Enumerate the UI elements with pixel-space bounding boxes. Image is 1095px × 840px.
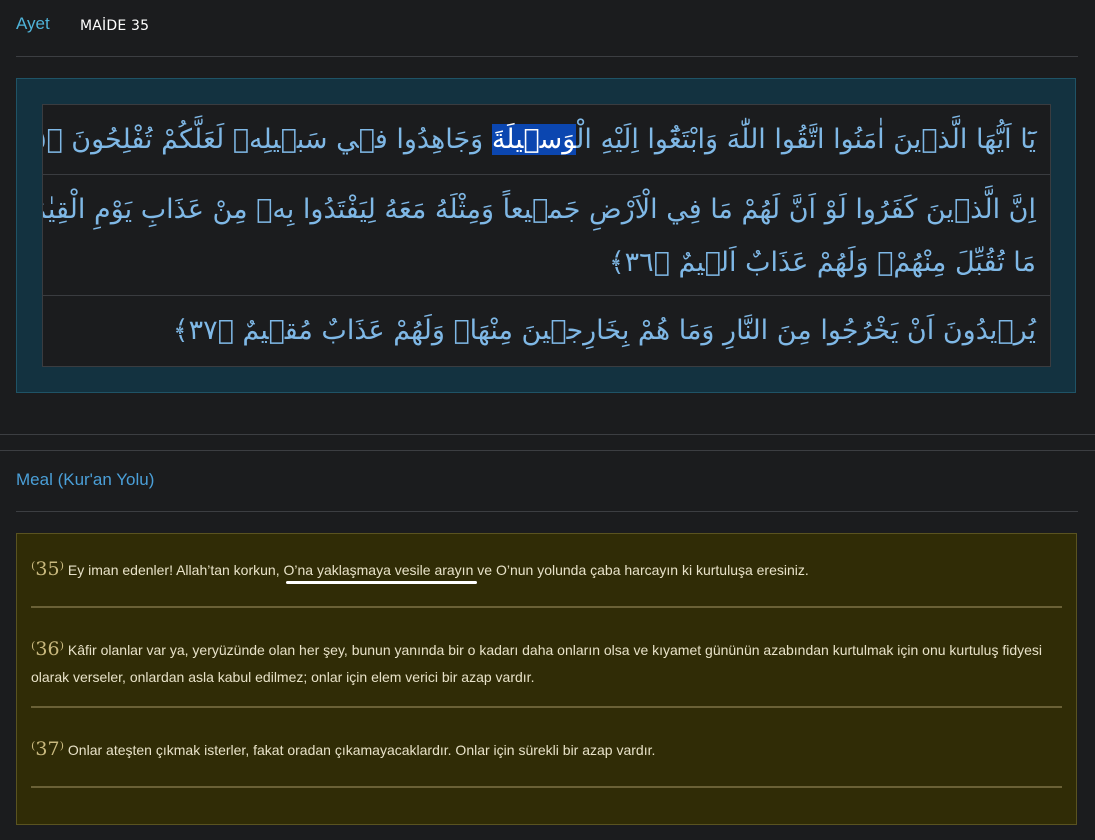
verse-text: Kâfir olanlar var ya, yeryüzünde olan he… xyxy=(31,642,1043,685)
meal-verse-35[interactable]: ⁽35⁾ Ey iman edenler! Allah’tan korkun, … xyxy=(31,556,1063,584)
verse-text: Onlar ateşten çıkmak isterler, fakat ora… xyxy=(67,742,656,758)
section-title-meal: Meal (Kur'an Yolu) xyxy=(16,470,155,489)
arabic-text-segment: مَا تُقُبِّلَ مِنْهُمْۚ وَلَهُمْ عَذَابٌ… xyxy=(678,247,1036,278)
surah-verse-reference[interactable]: MAİDE 35 xyxy=(80,18,149,34)
arabic-verse-37[interactable]: يُر۪يدُونَ اَنْ يَخْرُجُوا مِنَ النَّارِ… xyxy=(43,296,1050,368)
verse-separator xyxy=(31,606,1062,608)
arabic-text-segment: وَجَاهِدُوا ف۪ي سَب۪يلِه۪ لَعَلَّكُمْ تُ… xyxy=(71,124,492,155)
arabic-verse-36[interactable]: اِنَّ الَّذ۪ينَ كَفَرُوا لَوْ اَنَّ لَهُ… xyxy=(43,175,1050,296)
meal-verse-37[interactable]: ⁽37⁾ Onlar ateşten çıkmak isterler, faka… xyxy=(31,736,1063,764)
arabic-line: اِنَّ الَّذ۪ينَ كَفَرُوا لَوْ اَنَّ لَهُ… xyxy=(43,194,1036,225)
verse-number-ornament: ﴿٣٥﴾ xyxy=(43,124,63,155)
header-divider xyxy=(16,56,1078,57)
verse-number: ⁽35⁾ xyxy=(31,558,65,580)
arabic-verse-35[interactable]: يَٓا اَيُّهَا الَّذ۪ينَ اٰمَنُوا اتَّقُو… xyxy=(43,105,1050,175)
verse-text: Ey iman edenler! Allah’tan korkun, xyxy=(67,562,284,578)
verse-text: ve O’nun yolunda çaba harcayın ki kurtul… xyxy=(473,562,809,578)
verse-separator xyxy=(31,786,1062,788)
section-divider xyxy=(0,450,1095,451)
arabic-text-segment: يَٓا اَيُّهَا الَّذ۪ينَ اٰمَنُوا اتَّقُو… xyxy=(576,124,1036,155)
verse-number-ornament: ﴿٣٧﴾ xyxy=(172,315,234,346)
verse-number: ⁽37⁾ xyxy=(31,738,65,760)
selected-word-highlight[interactable]: وَس۪يلَةَ xyxy=(491,124,577,155)
arabic-line: مَا تُقُبِّلَ مِنْهُمْۚ وَلَهُمْ عَذَابٌ… xyxy=(57,236,1036,289)
underlined-phrase[interactable]: O’na yaklaşmaya vesile arayın xyxy=(284,562,474,578)
meal-divider xyxy=(16,511,1078,512)
verse-number-ornament: ﴿٣٦﴾ xyxy=(608,247,670,278)
verse-separator xyxy=(31,706,1062,708)
section-title-ayet: Ayet xyxy=(16,14,50,33)
meal-verse-36[interactable]: ⁽36⁾ Kâfir olanlar var ya, yeryüzünde ol… xyxy=(31,636,1063,691)
arabic-verses-box: يَٓا اَيُّهَا الَّذ۪ينَ اٰمَنُوا اتَّقُو… xyxy=(42,104,1051,367)
verse-number: ⁽36⁾ xyxy=(31,638,65,660)
section-divider xyxy=(0,434,1095,435)
phrase-underline xyxy=(286,581,477,584)
arabic-text-segment: يُر۪يدُونَ اَنْ يَخْرُجُوا مِنَ النَّارِ… xyxy=(242,315,1036,346)
